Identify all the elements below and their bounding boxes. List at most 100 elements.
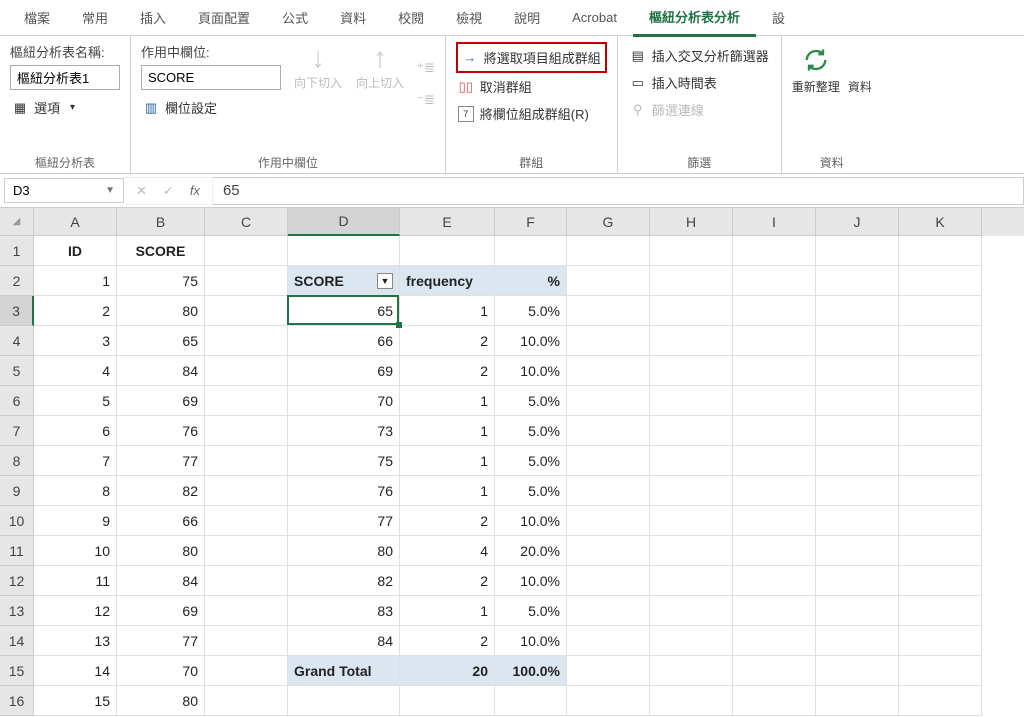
cell-H5[interactable] [650, 356, 733, 386]
cell-A16[interactable]: 15 [34, 686, 117, 716]
cell-C4[interactable] [205, 326, 288, 356]
tab-11[interactable]: 設 [756, 0, 801, 35]
cell-D13[interactable]: 83 [288, 596, 400, 626]
cell-D3[interactable]: 65 [288, 296, 400, 326]
cell-G13[interactable] [567, 596, 650, 626]
cell-F12[interactable]: 10.0% [495, 566, 567, 596]
cell-C6[interactable] [205, 386, 288, 416]
cell-I6[interactable] [733, 386, 816, 416]
tab-9[interactable]: Acrobat [556, 2, 633, 33]
cell-J4[interactable] [816, 326, 899, 356]
row-header-12[interactable]: 12 [0, 566, 34, 596]
cell-G1[interactable] [567, 236, 650, 266]
cell-I7[interactable] [733, 416, 816, 446]
cell-K2[interactable] [899, 266, 982, 296]
cell-B14[interactable]: 77 [117, 626, 205, 656]
tab-5[interactable]: 資料 [324, 0, 382, 35]
cell-H15[interactable] [650, 656, 733, 686]
cell-G15[interactable] [567, 656, 650, 686]
cell-H12[interactable] [650, 566, 733, 596]
cell-J12[interactable] [816, 566, 899, 596]
cell-E9[interactable]: 1 [400, 476, 495, 506]
row-header-16[interactable]: 16 [0, 686, 34, 716]
col-header-E[interactable]: E [400, 208, 495, 236]
col-header-I[interactable]: I [733, 208, 816, 236]
cell-J14[interactable] [816, 626, 899, 656]
cell-B12[interactable]: 84 [117, 566, 205, 596]
cell-K5[interactable] [899, 356, 982, 386]
row-header-8[interactable]: 8 [0, 446, 34, 476]
cell-G11[interactable] [567, 536, 650, 566]
tab-10[interactable]: 樞紐分析表分析 [633, 0, 756, 37]
cell-D15[interactable]: Grand Total [288, 656, 400, 686]
cell-C15[interactable] [205, 656, 288, 686]
cell-C2[interactable] [205, 266, 288, 296]
cell-E13[interactable]: 1 [400, 596, 495, 626]
cell-B4[interactable]: 65 [117, 326, 205, 356]
cell-I13[interactable] [733, 596, 816, 626]
cell-B7[interactable]: 76 [117, 416, 205, 446]
cancel-icon[interactable]: ✕ [136, 183, 147, 199]
cell-J13[interactable] [816, 596, 899, 626]
cell-E6[interactable]: 1 [400, 386, 495, 416]
row-header-11[interactable]: 11 [0, 536, 34, 566]
cell-I3[interactable] [733, 296, 816, 326]
cell-D10[interactable]: 77 [288, 506, 400, 536]
cell-A7[interactable]: 6 [34, 416, 117, 446]
cell-D8[interactable]: 75 [288, 446, 400, 476]
cell-C1[interactable] [205, 236, 288, 266]
row-header-7[interactable]: 7 [0, 416, 34, 446]
cell-F5[interactable]: 10.0% [495, 356, 567, 386]
cell-I15[interactable] [733, 656, 816, 686]
cell-F10[interactable]: 10.0% [495, 506, 567, 536]
cell-G9[interactable] [567, 476, 650, 506]
cell-K1[interactable] [899, 236, 982, 266]
cell-D7[interactable]: 73 [288, 416, 400, 446]
row-header-4[interactable]: 4 [0, 326, 34, 356]
cell-A5[interactable]: 4 [34, 356, 117, 386]
cell-H6[interactable] [650, 386, 733, 416]
cell-K3[interactable] [899, 296, 982, 326]
cell-B2[interactable]: 75 [117, 266, 205, 296]
col-header-B[interactable]: B [117, 208, 205, 236]
cell-D2[interactable]: SCORE▼ [288, 266, 400, 296]
cell-H14[interactable] [650, 626, 733, 656]
cell-I12[interactable] [733, 566, 816, 596]
cell-G12[interactable] [567, 566, 650, 596]
row-header-10[interactable]: 10 [0, 506, 34, 536]
cell-B9[interactable]: 82 [117, 476, 205, 506]
tab-3[interactable]: 頁面配置 [182, 0, 266, 35]
cell-C8[interactable] [205, 446, 288, 476]
cell-F9[interactable]: 5.0% [495, 476, 567, 506]
cell-I10[interactable] [733, 506, 816, 536]
cell-D1[interactable] [288, 236, 400, 266]
cell-E7[interactable]: 1 [400, 416, 495, 446]
tab-6[interactable]: 校閱 [382, 0, 440, 35]
cell-C16[interactable] [205, 686, 288, 716]
refresh-button[interactable]: 重新整理 [792, 42, 840, 95]
cell-J1[interactable] [816, 236, 899, 266]
filter-dropdown-icon[interactable]: ▼ [377, 273, 393, 289]
cell-B8[interactable]: 77 [117, 446, 205, 476]
insert-slicer-button[interactable]: ▤插入交叉分析篩選器 [628, 42, 771, 69]
formula-input[interactable] [213, 177, 1024, 205]
cell-G6[interactable] [567, 386, 650, 416]
cell-H8[interactable] [650, 446, 733, 476]
cell-C5[interactable] [205, 356, 288, 386]
cell-G14[interactable] [567, 626, 650, 656]
confirm-icon[interactable]: ✓ [163, 183, 174, 199]
cell-J2[interactable] [816, 266, 899, 296]
cell-F6[interactable]: 5.0% [495, 386, 567, 416]
cell-D14[interactable]: 84 [288, 626, 400, 656]
col-header-G[interactable]: G [567, 208, 650, 236]
cell-F4[interactable]: 10.0% [495, 326, 567, 356]
cell-J11[interactable] [816, 536, 899, 566]
cell-A10[interactable]: 9 [34, 506, 117, 536]
cell-H7[interactable] [650, 416, 733, 446]
col-header-C[interactable]: C [205, 208, 288, 236]
cell-H9[interactable] [650, 476, 733, 506]
cell-I5[interactable] [733, 356, 816, 386]
fx-icon[interactable]: fx [190, 183, 200, 198]
cell-A3[interactable]: 2 [34, 296, 117, 326]
col-header-A[interactable]: A [34, 208, 117, 236]
